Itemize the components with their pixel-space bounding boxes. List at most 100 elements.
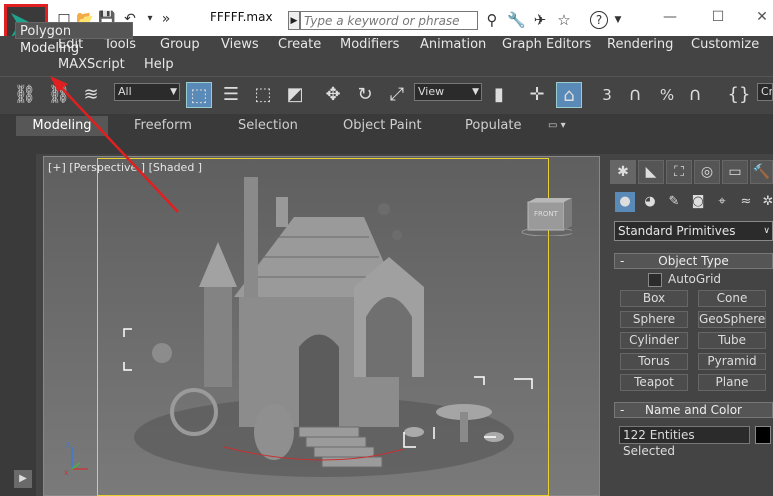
geosphere-button[interactable]: GeoSphere <box>698 311 766 328</box>
search-input[interactable]: Type a keyword or phrase <box>300 11 478 30</box>
safe-frame-outline <box>97 158 549 496</box>
pyramid-button[interactable]: Pyramid <box>698 353 766 370</box>
left-toolbar-strip <box>0 154 36 496</box>
teapot-button[interactable]: Teapot <box>620 374 688 391</box>
chevron-down-icon[interactable]: ▼ <box>609 11 627 29</box>
named-selection-dropdown[interactable]: Cre <box>757 83 773 101</box>
tab-modify[interactable]: ◣ <box>638 160 664 184</box>
box-button[interactable]: Box <box>620 290 688 307</box>
menu-maxscript[interactable]: MAXScript <box>58 57 125 72</box>
torus-button[interactable]: Torus <box>620 353 688 370</box>
bind-space-warp-icon[interactable]: ≋ <box>78 82 104 108</box>
viewport-label[interactable]: [+] [Perspective ] [Shaded ] <box>48 161 202 174</box>
tab-populate[interactable]: Populate <box>465 118 522 133</box>
main-toolbar: ⛓ ⛓ ≋ All ▼ ⬚ ☰ ⬚ ◩ ✥ ↻ ⤢ View ▼ ▮ ✛ ⌂ 3 ∩… <box>0 76 773 116</box>
sphere-button[interactable]: Sphere <box>620 311 688 328</box>
select-and-scale-icon[interactable]: ⤢ <box>384 82 410 108</box>
menu-modifiers[interactable]: Modifiers <box>340 37 399 52</box>
maximize-button[interactable]: ☐ <box>706 8 730 26</box>
viewcube[interactable]: FRONT <box>512 196 575 237</box>
object-color-swatch[interactable] <box>755 426 771 444</box>
systems-icon[interactable]: ✲ <box>758 192 773 212</box>
menu-views[interactable]: Views <box>221 37 259 52</box>
tab-freeform[interactable]: Freeform <box>134 118 192 133</box>
tab-display[interactable]: ▭ <box>722 160 748 184</box>
select-object-icon[interactable]: ⬚ <box>186 82 212 108</box>
lights-icon[interactable]: ✎ <box>664 192 684 212</box>
tab-hierarchy[interactable]: ⛶ <box>666 160 692 184</box>
menu-bar: Edit Tools Group Views Create Modifiers … <box>0 36 773 76</box>
chevron-down-icon: ▼ <box>472 87 479 97</box>
object-type-title: Object Type <box>658 254 729 268</box>
select-by-name-icon[interactable]: ☰ <box>218 82 244 108</box>
edit-named-selection-icon[interactable]: {} <box>726 82 752 108</box>
cone-button[interactable]: Cone <box>698 290 766 307</box>
name-and-color-title: Name and Color <box>645 403 742 417</box>
autogrid-checkbox[interactable] <box>648 273 662 287</box>
selection-filter-dropdown[interactable]: All ▼ <box>114 83 180 101</box>
binoculars-icon[interactable]: ⚲ <box>483 11 501 29</box>
search-expand-icon[interactable]: ▶ <box>288 11 300 30</box>
menu-rendering[interactable]: Rendering <box>607 37 673 52</box>
ribbon-options-icon[interactable]: ▭ ▾ <box>548 120 566 131</box>
menu-help[interactable]: Help <box>144 57 174 72</box>
selection-filter-value: All <box>118 85 132 98</box>
helpers-icon[interactable]: ⌖ <box>712 192 732 212</box>
menu-graph-editors[interactable]: Graph Editors <box>502 37 591 52</box>
snaps-toggle-icon[interactable]: 3 <box>594 82 620 108</box>
tab-create[interactable]: ✱ <box>610 160 636 184</box>
space-warps-icon[interactable]: ≈ <box>736 192 756 212</box>
window-crossing-icon[interactable]: ◩ <box>282 82 308 108</box>
chevron-down-icon: ▼ <box>170 87 177 97</box>
cylinder-button[interactable]: Cylinder <box>620 332 688 349</box>
help-icon[interactable]: ? <box>590 11 608 29</box>
minimize-button[interactable]: — <box>658 8 682 26</box>
autogrid-label: AutoGrid <box>668 272 722 286</box>
menu-tools[interactable]: Tools <box>104 37 136 52</box>
wrench-icon[interactable]: 🔧 <box>507 11 526 29</box>
chevron-down-icon: ∨ <box>763 226 770 236</box>
polygon-modeling-panel[interactable]: Polygon Modeling <box>15 22 133 56</box>
star-icon[interactable]: ☆ <box>555 11 573 29</box>
close-button[interactable]: ✕ <box>750 8 773 26</box>
tab-motion[interactable]: ◎ <box>694 160 720 184</box>
file-title: FFFFF.max <box>210 10 273 24</box>
menu-group[interactable]: Group <box>160 37 200 52</box>
geometry-icon[interactable]: ● <box>615 192 635 212</box>
select-manipulate-icon[interactable]: ✛ <box>524 82 550 108</box>
name-and-color-rollout[interactable]: - Name and Color <box>614 402 773 418</box>
rectangular-selection-icon[interactable]: ⬚ <box>250 82 276 108</box>
named-selection-value: Cre <box>761 85 773 98</box>
menu-animation[interactable]: Animation <box>420 37 486 52</box>
tab-object-paint[interactable]: Object Paint <box>343 118 422 133</box>
cameras-icon[interactable]: ◙ <box>688 192 708 212</box>
keyboard-shortcut-override-icon[interactable]: ⌂ <box>556 82 582 108</box>
expand-panel-icon[interactable]: ▶ <box>14 470 32 488</box>
select-and-rotate-icon[interactable]: ↻ <box>352 82 378 108</box>
plane-button[interactable]: Plane <box>698 374 766 391</box>
satellite-icon[interactable]: ✈ <box>531 11 549 29</box>
snap-3d-label: 3 <box>602 86 612 104</box>
percent-snap-icon[interactable]: % <box>654 82 680 108</box>
tab-selection[interactable]: Selection <box>238 118 298 133</box>
reference-coordinate-dropdown[interactable]: View ▼ <box>414 83 482 101</box>
unlink-icon[interactable]: ⛓ <box>46 82 72 108</box>
object-name-field[interactable]: 122 Entities Selected <box>619 426 750 458</box>
menu-customize[interactable]: Customize <box>691 37 759 52</box>
shapes-icon[interactable]: ◕ <box>640 192 660 212</box>
menu-create[interactable]: Create <box>278 37 321 52</box>
tab-modeling[interactable]: Modeling <box>16 116 108 136</box>
pivot-center-icon[interactable]: ▮ <box>486 82 512 108</box>
primitive-type-dropdown[interactable]: Standard Primitives ∨ <box>614 221 773 241</box>
undo-dropdown-icon[interactable]: ▾ <box>142 11 158 27</box>
select-and-move-icon[interactable]: ✥ <box>320 82 346 108</box>
select-and-link-icon[interactable]: ⛓ <box>12 82 38 108</box>
object-type-rollout[interactable]: - Object Type <box>614 253 773 269</box>
tab-utilities[interactable]: 🔨 <box>750 160 773 184</box>
tube-button[interactable]: Tube <box>698 332 766 349</box>
spinner-snap-icon[interactable]: ∩ <box>682 82 708 108</box>
angle-snap-icon[interactable]: ∩ <box>622 82 648 108</box>
more-tools-icon[interactable]: » <box>158 11 174 27</box>
primitive-type-value: Standard Primitives <box>618 224 736 238</box>
reference-coordinate-value: View <box>418 85 445 98</box>
